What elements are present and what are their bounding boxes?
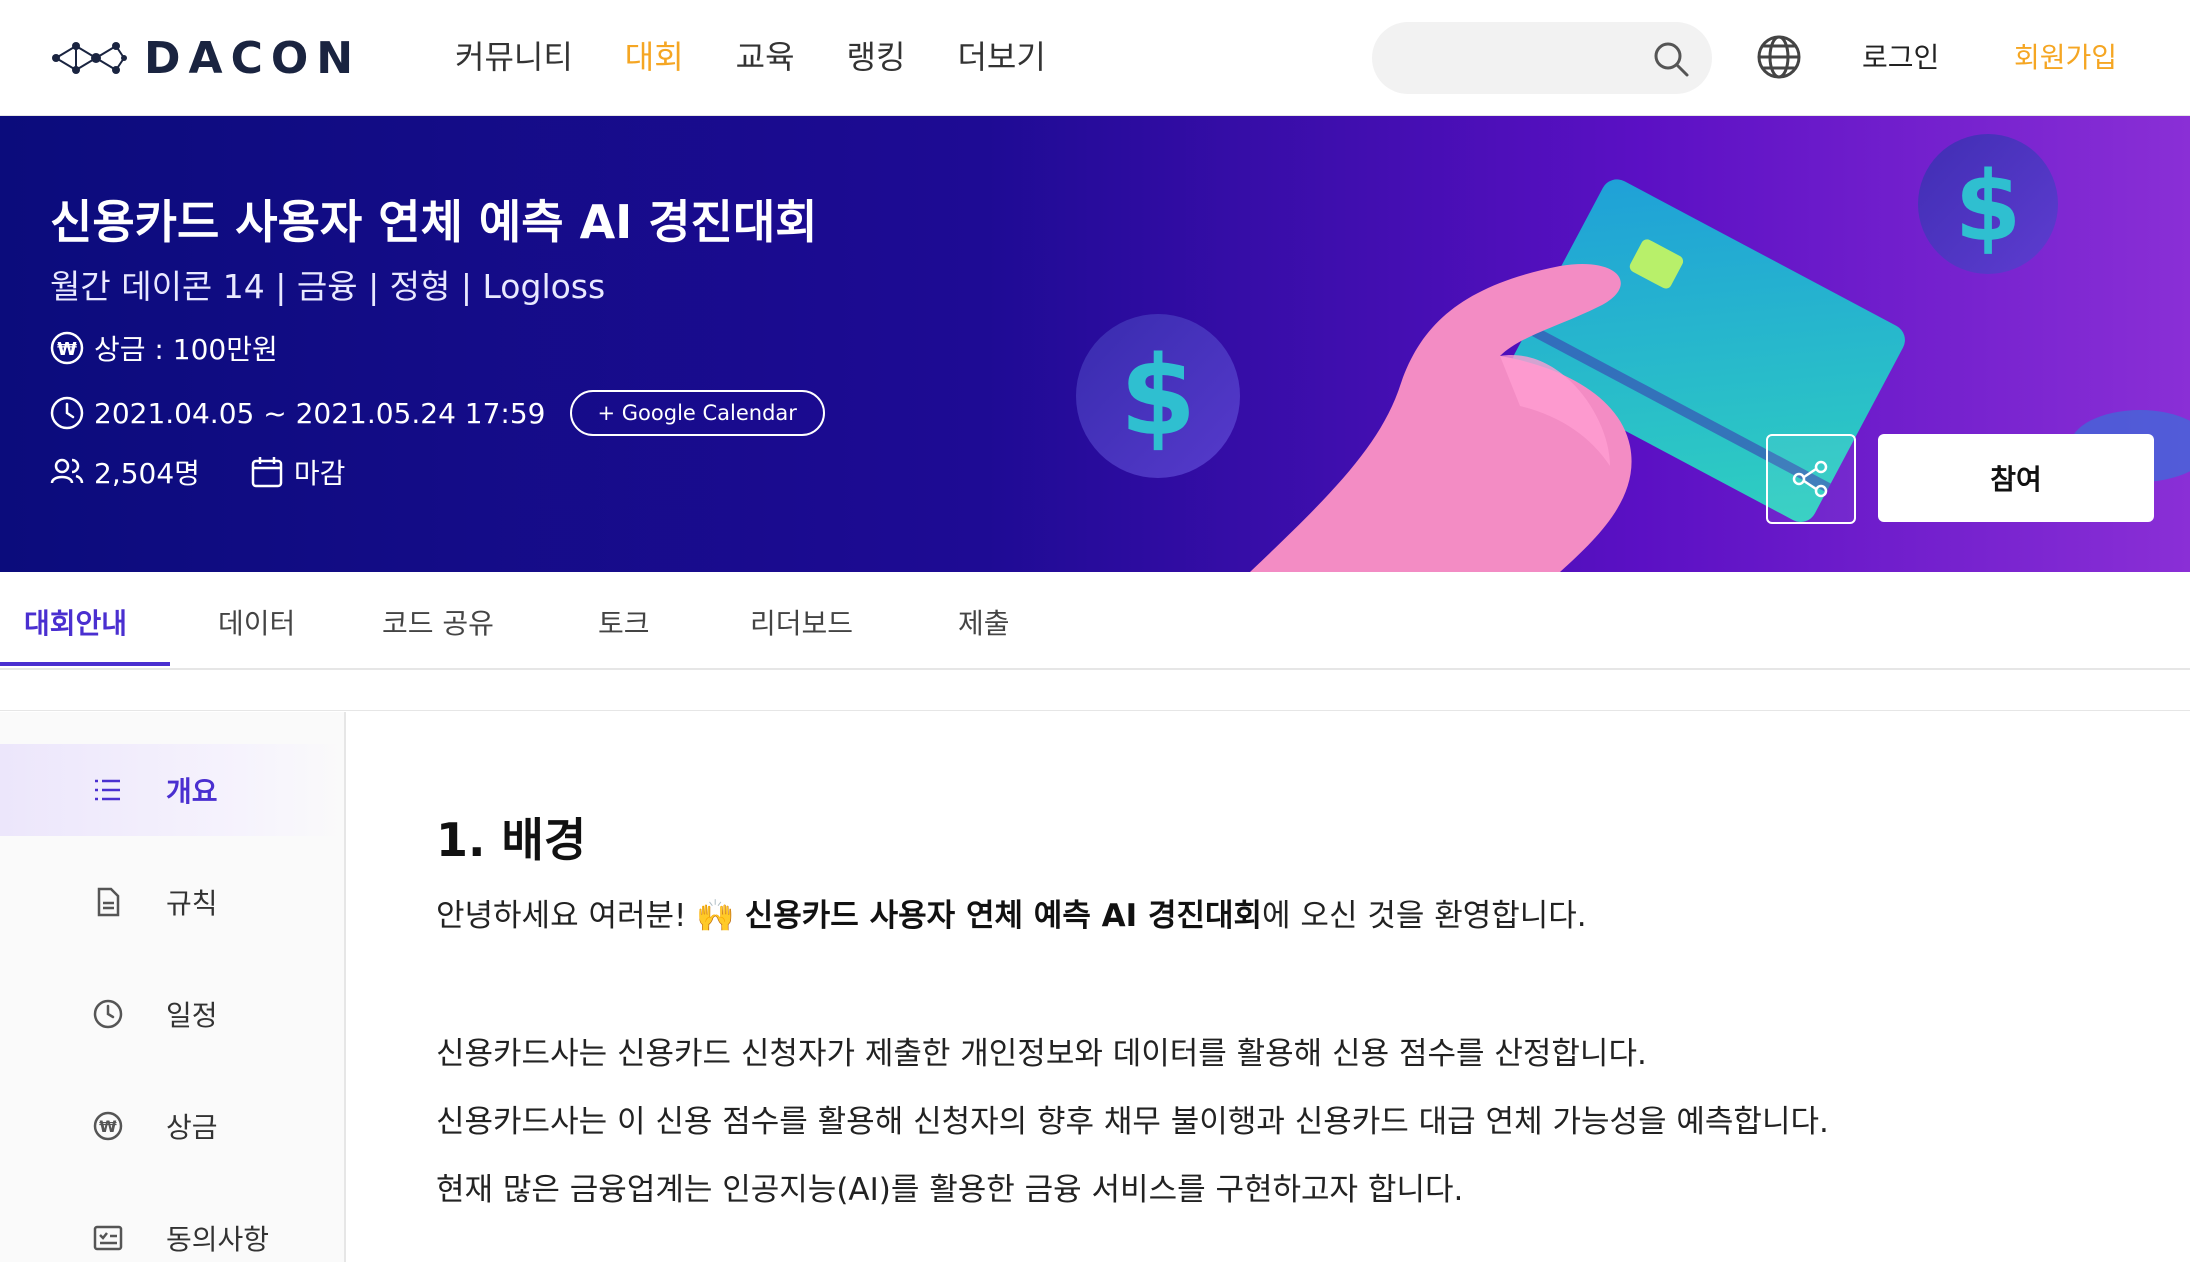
status-text: 마감 — [293, 457, 346, 490]
sidebar-item-schedule[interactable]: 일정 — [0, 968, 344, 1060]
clock-icon — [50, 396, 84, 430]
svg-text:₩: ₩ — [99, 1117, 117, 1136]
period-text: 2021.04.05 ~ 2021.05.24 17:59 — [94, 396, 546, 430]
sidebar-item-label: 상금 — [166, 1111, 218, 1144]
status-group: 마감 — [250, 452, 346, 492]
period-row: 2021.04.05 ~ 2021.05.24 17:59 + Google C… — [50, 390, 825, 436]
share-icon — [1792, 460, 1828, 498]
won-icon: ₩ — [93, 1111, 123, 1141]
document-icon — [97, 887, 120, 917]
section-divider — [0, 710, 2190, 711]
sidebar-item-agreement[interactable]: 동의사항 — [0, 1192, 344, 1284]
svg-text:₩: ₩ — [57, 339, 77, 360]
logo-text: DACON — [144, 32, 362, 84]
active-tab-indicator — [0, 662, 170, 666]
sidebar: 개요 규칙 일정 ₩ 상금 동의사항 — [0, 712, 346, 1262]
nav-competitions[interactable]: 대회 — [625, 32, 684, 82]
nav-ranking[interactable]: 랭킹 — [847, 32, 906, 82]
sidebar-item-label: 동의사항 — [166, 1223, 270, 1256]
dollar-coin-right: $ — [1918, 134, 2058, 274]
list-icon — [95, 779, 120, 801]
background-paragraph-1: 신용카드사는 신용카드 신청자가 제출한 개인정보와 데이터를 활용해 신용 점… — [436, 1036, 1647, 1072]
dollar-coin-left: $ — [1076, 314, 1240, 478]
network-logo-icon — [52, 42, 127, 74]
nav-education[interactable]: 교육 — [736, 32, 795, 82]
competition-title: 신용카드 사용자 연체 예측 AI 경진대회 — [50, 195, 818, 249]
tab-overview[interactable]: 대회안내 — [24, 602, 127, 642]
sidebar-item-overview[interactable]: 개요 — [0, 744, 344, 836]
competition-banner: $ $ 신용카드 사용자 연체 예측 AI 경진대회 월간 데이콘 14 | 금… — [0, 116, 2190, 572]
section-heading: 1. 배경 — [436, 813, 587, 867]
join-button[interactable]: 참여 — [1878, 434, 2154, 522]
checklist-icon — [93, 1225, 123, 1251]
tab-talk[interactable]: 토크 — [598, 602, 650, 642]
main-nav: 커뮤니티 대회 교육 랭킹 더보기 — [455, 32, 1098, 82]
sidebar-item-label: 규칙 — [166, 887, 218, 920]
svg-text:$: $ — [1120, 332, 1197, 460]
participants-count: 2,504명 — [94, 457, 200, 490]
tab-code-share[interactable]: 코드 공유 — [382, 602, 494, 642]
clock-icon — [93, 999, 123, 1029]
top-header: DACON 커뮤니티 대회 교육 랭킹 더보기 로그인 회원가입 — [0, 0, 2190, 116]
globe-icon[interactable] — [1756, 34, 1802, 80]
search-input[interactable] — [1372, 22, 1712, 94]
background-paragraph-2: 신용카드사는 이 신용 점수를 활용해 신청자의 향후 채무 불이행과 신용카드… — [436, 1104, 1829, 1140]
welcome-prefix: 안녕하세요 여러분! 🙌 — [436, 898, 745, 934]
competition-subtitle: 월간 데이콘 14 | 금융 | 정형 | Logloss — [50, 267, 606, 306]
tab-submit[interactable]: 제출 — [958, 602, 1010, 642]
welcome-competition-name: 신용카드 사용자 연체 예측 AI 경진대회 — [744, 898, 1263, 934]
welcome-paragraph: 안녕하세요 여러분! 🙌 신용카드 사용자 연체 예측 AI 경진대회에 오신 … — [436, 890, 1587, 935]
sidebar-item-rules[interactable]: 규칙 — [0, 856, 344, 948]
users-icon — [50, 458, 84, 484]
search-icon[interactable] — [1652, 40, 1690, 78]
tab-data[interactable]: 데이터 — [218, 602, 295, 642]
svg-text:$: $ — [1955, 151, 2022, 263]
sidebar-item-prize[interactable]: ₩ 상금 — [0, 1080, 344, 1172]
sidebar-item-label: 일정 — [166, 999, 218, 1032]
calendar-icon — [251, 457, 283, 488]
nav-community[interactable]: 커뮤니티 — [455, 32, 573, 82]
won-icon: ₩ — [50, 331, 84, 365]
share-button[interactable] — [1766, 434, 1856, 524]
prize-text: 상금 : 100만원 — [94, 333, 278, 366]
sidebar-item-label: 개요 — [166, 775, 218, 808]
tab-leaderboard[interactable]: 리더보드 — [750, 602, 853, 642]
background-paragraph-3: 현재 많은 금융업계는 인공지능(AI)를 활용한 금융 서비스를 구현하고자 … — [436, 1172, 1464, 1208]
google-calendar-button[interactable]: + Google Calendar — [569, 390, 825, 436]
prize-row: ₩ 상금 : 100만원 — [50, 328, 278, 368]
login-link[interactable]: 로그인 — [1862, 38, 1939, 78]
credit-card-hand-illustration: $ $ — [1076, 134, 2190, 572]
signup-link[interactable]: 회원가입 — [2014, 38, 2117, 78]
nav-more[interactable]: 더보기 — [957, 32, 1045, 82]
meta-row: 2,504명 마감 — [50, 452, 345, 492]
dacon-logo[interactable]: DACON — [50, 30, 361, 86]
welcome-suffix: 에 오신 것을 환영합니다. — [1262, 898, 1587, 934]
competition-tabs: 대회안내 데이터 코드 공유 토크 리더보드 제출 — [0, 572, 2190, 670]
